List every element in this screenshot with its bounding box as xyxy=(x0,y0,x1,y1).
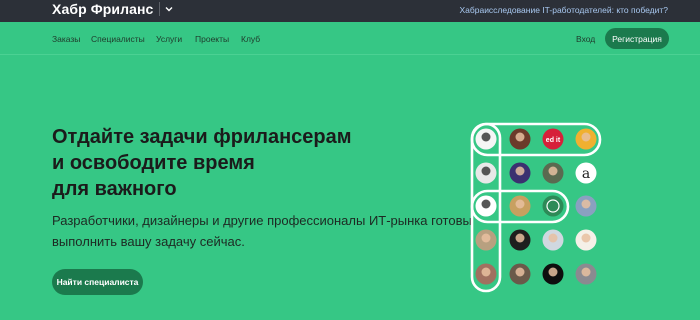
hero-subtext: Разработчики, дизайнеры и другие професс… xyxy=(52,210,472,252)
nav-item-club[interactable]: Клуб xyxy=(241,34,260,44)
grid-outline-middle-row xyxy=(470,189,570,224)
avatar-1-1 xyxy=(509,162,531,184)
avatar-2-3 xyxy=(575,195,597,217)
avatar-0-0 xyxy=(475,128,497,150)
cat-avatar-3-2 xyxy=(542,229,564,251)
research-link[interactable]: Хабраисследование IT-работодателей: кто … xyxy=(459,5,668,15)
avatar-4-0 xyxy=(475,263,497,285)
chevron-down-icon[interactable] xyxy=(163,3,175,15)
avatar-3-0 xyxy=(475,229,497,251)
avatar-face xyxy=(515,199,525,209)
subtext-line: выполнить вашу задачу сейчас. xyxy=(52,234,245,249)
avatar-4-3 xyxy=(575,263,597,285)
brand[interactable]: Хабр Фриланс xyxy=(52,1,175,17)
avatar-face xyxy=(548,267,558,277)
headline-line: и освободите время xyxy=(52,152,255,174)
grid-outline-column xyxy=(470,122,502,293)
top-bar: Хабр Фриланс Хабраисследование IT-работо… xyxy=(0,0,700,22)
edit-logo-text: ed it xyxy=(546,137,561,144)
headline-line: Отдайте задачи фрилансерам xyxy=(52,126,352,148)
avatar-face xyxy=(548,166,558,176)
brand-logo[interactable]: Хабр Фриланс xyxy=(52,1,153,17)
avatar-face xyxy=(515,267,525,277)
avatar-cells: ed it a xyxy=(475,128,597,285)
avatar-4-1 xyxy=(509,263,531,285)
avatar-4-2 xyxy=(542,263,564,285)
brand-divider xyxy=(159,2,161,16)
spiral-logo-2-2 xyxy=(542,195,564,217)
avatar-face xyxy=(581,199,591,209)
avatar-3-3 xyxy=(575,229,597,251)
nav-item-projects[interactable]: Проекты xyxy=(195,34,229,44)
avatar-face xyxy=(581,267,591,277)
avatar-face xyxy=(548,233,558,243)
main-nav: Заказы Специалисты Услуги Проекты Клуб В… xyxy=(0,22,700,55)
avatar-face xyxy=(481,166,491,176)
avatar-1-2 xyxy=(542,162,564,184)
avatar-0-3 xyxy=(575,128,597,150)
avatar-face xyxy=(481,267,491,277)
avatar-face xyxy=(481,132,491,142)
hero-headline: Отдайте задачи фрилансерам и освободите … xyxy=(52,124,352,202)
find-specialist-button[interactable]: Найти специалиста xyxy=(52,269,143,295)
avatar-1-0 xyxy=(475,162,497,184)
spiral-logo-ring xyxy=(546,199,560,213)
nav-item-services[interactable]: Услуги xyxy=(156,34,182,44)
register-button[interactable]: Регистрация xyxy=(605,28,669,49)
avatar-face xyxy=(515,132,525,142)
avatar-3-1 xyxy=(509,229,531,251)
nav-item-orders[interactable]: Заказы xyxy=(52,34,80,44)
avatar-0-1 xyxy=(509,128,531,150)
dog-avatar-2-0 xyxy=(475,195,497,217)
avatar-2-1 xyxy=(509,195,531,217)
avatar-face xyxy=(481,233,491,243)
login-link[interactable]: Вход xyxy=(576,34,595,44)
edit-logo-0-2 xyxy=(542,128,564,150)
subtext-line: Разработчики, дизайнеры и другие професс… xyxy=(52,213,472,228)
grid-outline-top-row xyxy=(470,122,602,157)
avatar-face xyxy=(481,199,491,209)
letter-a-logo-text: a xyxy=(582,166,590,182)
avatar-face xyxy=(581,233,591,243)
avatar-face xyxy=(581,132,591,142)
headline-line: для важного xyxy=(52,178,177,200)
avatar-face xyxy=(515,233,525,243)
letter-a-logo-1-3 xyxy=(575,162,597,184)
avatar-face xyxy=(515,166,525,176)
nav-item-specialists[interactable]: Специалисты xyxy=(91,34,145,44)
